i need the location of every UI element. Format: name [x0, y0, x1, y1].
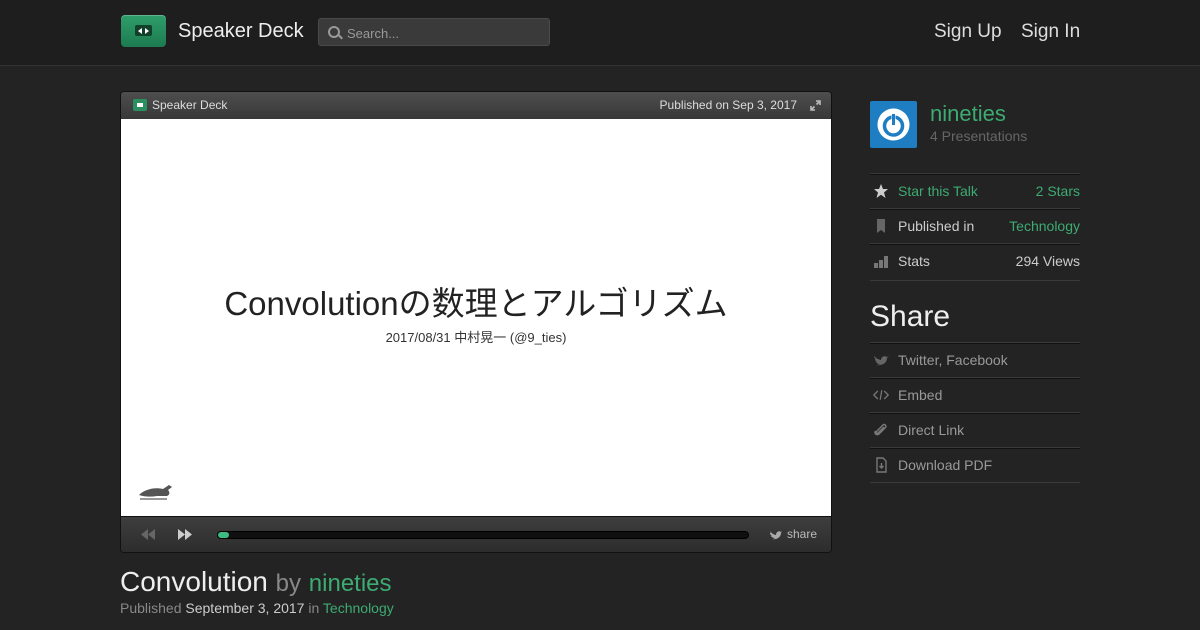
player-brand[interactable]: Speaker Deck	[152, 98, 227, 112]
in-label: in	[308, 600, 320, 616]
published-date: September 3, 2017	[185, 600, 305, 616]
sign-in-link[interactable]: Sign In	[1021, 21, 1080, 43]
avatar[interactable]	[870, 101, 917, 148]
talk-author-link[interactable]: nineties	[309, 570, 392, 597]
download-pdf-label: Download PDF	[898, 457, 993, 473]
download-pdf-row[interactable]: Download PDF	[870, 447, 1080, 482]
code-icon	[873, 390, 889, 400]
top-header: Speaker Deck Sign Up Sign In	[0, 0, 1200, 66]
published-in-row: Published in Technology	[870, 208, 1080, 243]
star-talk-label: Star this Talk	[898, 183, 978, 199]
share-heading: Share	[870, 300, 951, 333]
divider	[870, 280, 1080, 281]
sign-up-link[interactable]: Sign Up	[934, 21, 1002, 43]
talk-title: Convolution	[120, 566, 268, 597]
divider	[870, 482, 1080, 483]
slide-subtitle: 2017/08/31 中村晃一 (@9_ties)	[385, 330, 567, 345]
download-pdf-icon	[876, 457, 887, 473]
search-input[interactable]	[345, 23, 545, 43]
published-in-category-link[interactable]: Technology	[1009, 218, 1080, 234]
player-top-bar: Speaker Deck Published on Sep 3, 2017	[121, 92, 831, 119]
power-avatar-icon	[877, 108, 910, 141]
talk-meta: Published September 3, 2017 in Technolog…	[120, 600, 394, 616]
bar-chart-icon	[874, 256, 888, 268]
embed-row[interactable]: Embed	[870, 377, 1080, 412]
slide-title: Convolutionの数理とアルゴリズム	[224, 285, 728, 322]
direct-link-label: Direct Link	[898, 422, 965, 438]
published-label: Published	[120, 600, 182, 616]
player-share-label: share	[786, 527, 817, 541]
presentation-count[interactable]: 4 Presentations	[930, 128, 1027, 144]
bird-logo-icon	[139, 485, 172, 500]
direct-link-row[interactable]: Direct Link	[870, 412, 1080, 447]
embed-label: Embed	[898, 387, 943, 403]
bookmark-icon	[877, 219, 885, 233]
slide-canvas[interactable]: Convolutionの数理とアルゴリズム 2017/08/31 中村晃一 (@…	[121, 119, 831, 516]
twitter-bird-icon	[769, 531, 782, 540]
star-count: 2 Stars	[1035, 183, 1080, 199]
stats-label: Stats	[898, 253, 930, 269]
player-published-date: Published on Sep 3, 2017	[659, 98, 797, 112]
twitter-bird-icon	[874, 356, 889, 366]
speaker-deck-logo-icon[interactable]	[121, 15, 166, 47]
share-social-label: Twitter, Facebook	[898, 352, 1008, 368]
search-box[interactable]	[318, 18, 550, 46]
next-slide-icon[interactable]	[178, 529, 192, 540]
slide-player: Speaker Deck Published on Sep 3, 2017 Co…	[120, 91, 832, 553]
star-icon	[874, 184, 888, 198]
progress-fill	[218, 532, 229, 538]
published-in-label: Published in	[898, 218, 975, 234]
talk-title-line: Convolution by nineties	[120, 566, 392, 598]
stats-row: Stats 294 Views	[870, 243, 1080, 278]
by-label: by	[275, 570, 302, 597]
paperclip-icon	[874, 423, 887, 436]
brand-name[interactable]: Speaker Deck	[178, 20, 304, 43]
previous-slide-icon[interactable]	[141, 529, 155, 540]
user-name-link[interactable]: nineties	[930, 101, 1006, 127]
fullscreen-icon[interactable]	[810, 100, 821, 111]
player-share-button[interactable]: share	[769, 527, 817, 541]
star-talk-row[interactable]: Star this Talk 2 Stars	[870, 173, 1080, 208]
speaker-deck-mini-logo-icon	[133, 99, 147, 111]
category-link[interactable]: Technology	[323, 600, 394, 616]
progress-bar[interactable]	[217, 531, 749, 539]
search-icon	[328, 26, 340, 38]
view-count: 294 Views	[1015, 253, 1080, 269]
player-controls: share	[121, 516, 831, 552]
share-social-row[interactable]: Twitter, Facebook	[870, 342, 1080, 377]
